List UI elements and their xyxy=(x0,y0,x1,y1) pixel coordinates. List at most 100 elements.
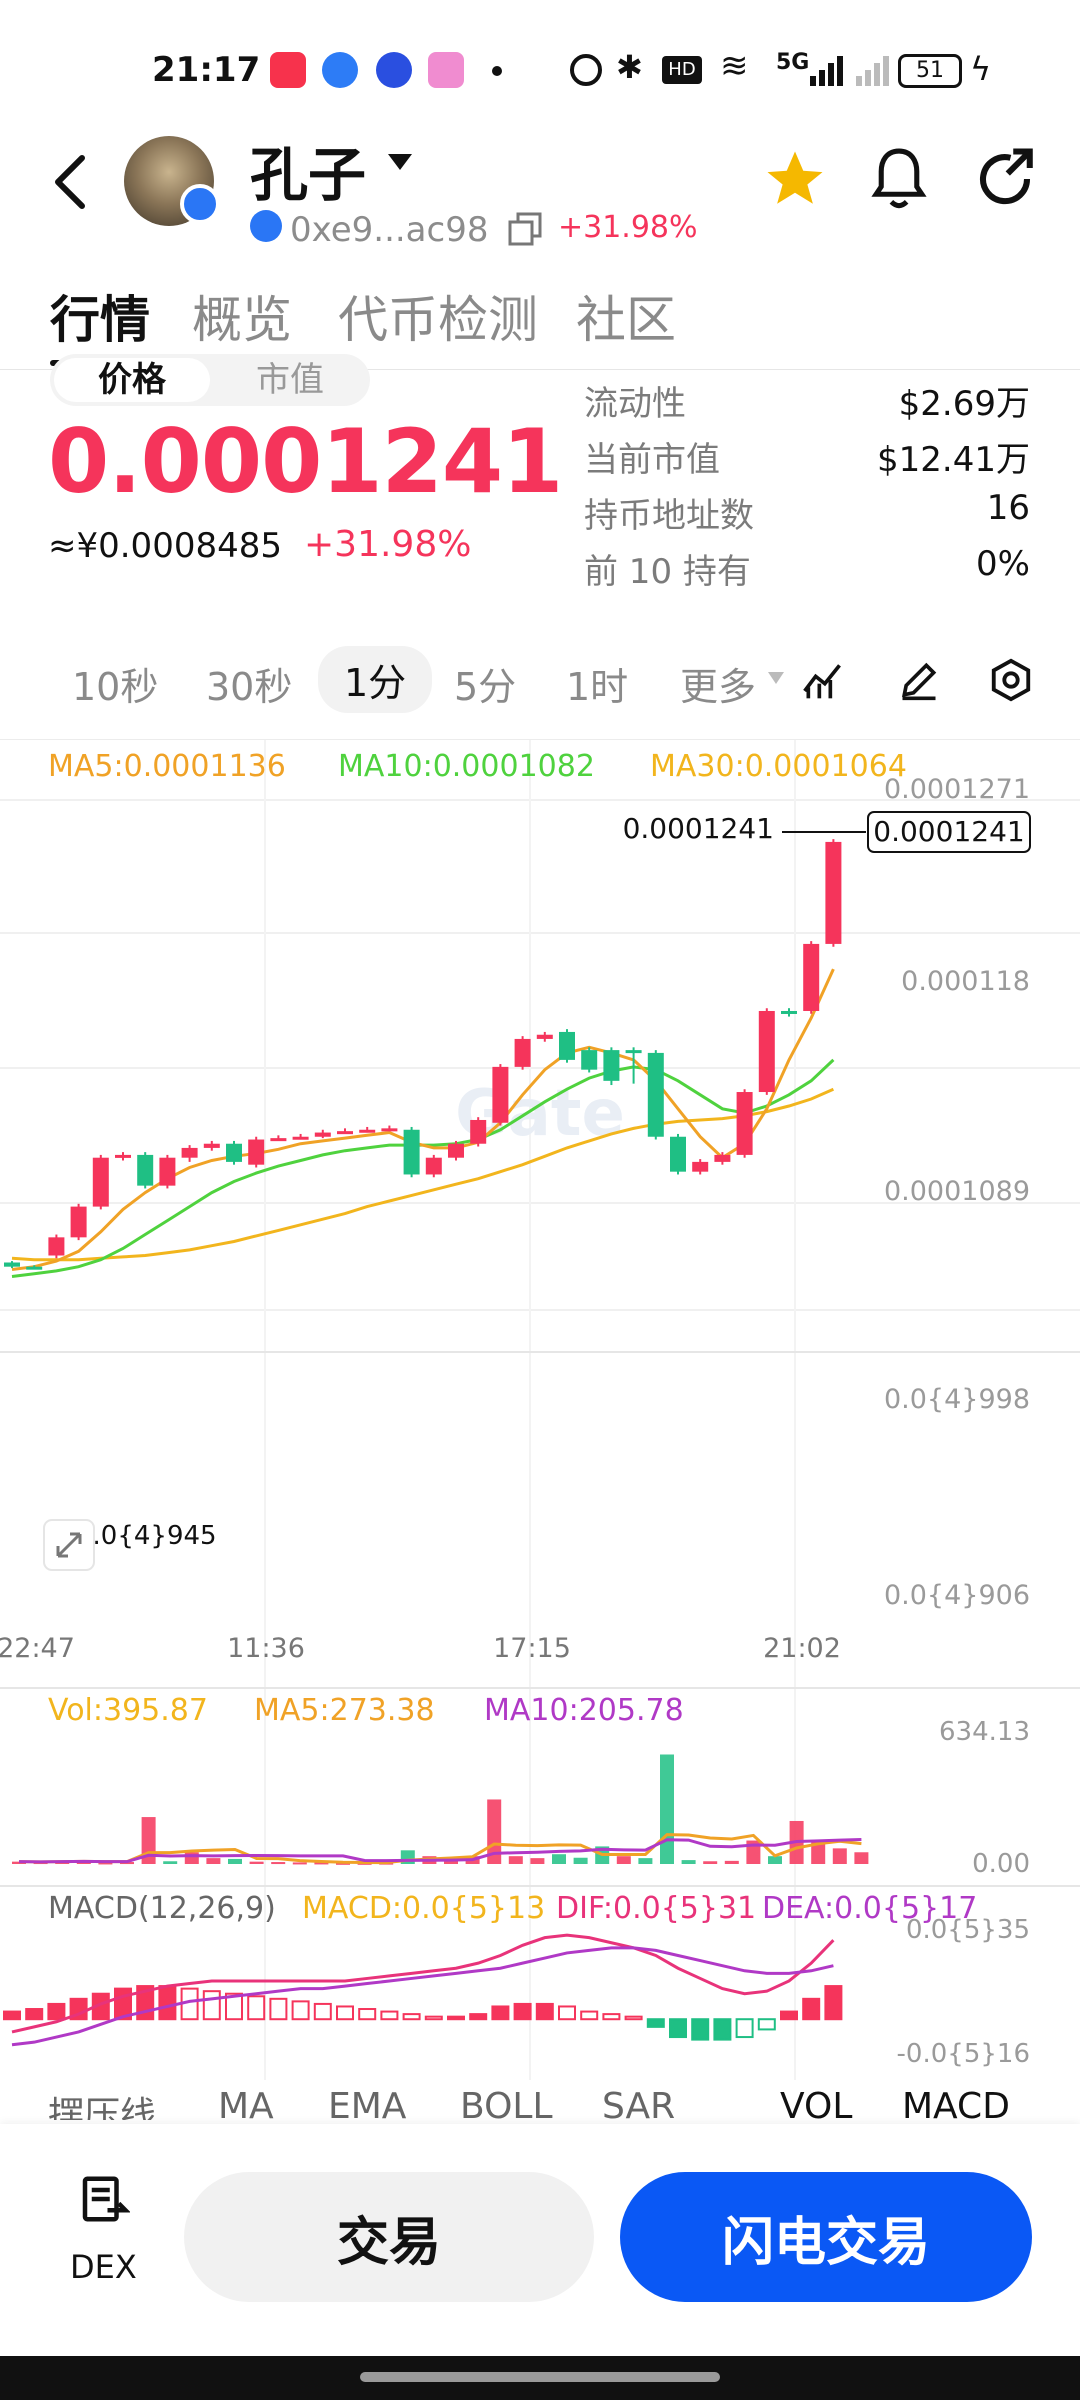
macd-histogram-bar xyxy=(402,2013,421,2021)
indicator-tab-macd[interactable]: MACD xyxy=(902,2086,1010,2120)
settings-hexagon-icon[interactable] xyxy=(988,656,1034,704)
legend-ma30: MA30:0.0001064 xyxy=(650,749,907,784)
tab-overview[interactable]: 概览 xyxy=(192,280,292,352)
interval-1m[interactable]: 1分 xyxy=(318,646,433,713)
macd-histogram-bar xyxy=(535,2002,554,2021)
legend-macd: MACD:0.0{5}13 xyxy=(302,1891,545,1926)
indicator-tab-ema[interactable]: EMA xyxy=(328,2086,406,2120)
candle-body xyxy=(381,1128,398,1132)
volume-bar xyxy=(638,1858,653,1864)
volume-bar xyxy=(552,1854,566,1864)
indicator-tab-vol[interactable]: VOL xyxy=(780,2086,852,2120)
volume-bar xyxy=(681,1860,696,1864)
kline-chart[interactable]: Gate 0.0001271 0.000118 0.0001089 0.0{4}998… xyxy=(0,740,1080,2110)
min-price-label: 0.0{4}945 xyxy=(76,1521,217,1551)
camera-app-icon xyxy=(428,52,464,88)
indicator-tab-trendline[interactable]: 摆压线 xyxy=(48,2086,156,2120)
interval-10s[interactable]: 10秒 xyxy=(72,656,158,711)
candle-body xyxy=(4,1262,20,1267)
legend-ma5: MA5:0.0001136 xyxy=(48,749,286,784)
candle-body xyxy=(825,841,842,944)
toggle-price[interactable]: 价格 xyxy=(54,358,210,402)
macd-histogram-bar xyxy=(602,2013,621,2021)
macd-histogram-bar xyxy=(3,2010,21,2021)
volume-bar xyxy=(206,1858,221,1864)
interval-5m[interactable]: 5分 xyxy=(454,656,516,711)
bottom-action-bar: DEX 交易 闪电交易 xyxy=(0,2124,1080,2364)
candle-body xyxy=(92,1157,109,1207)
bell-icon[interactable] xyxy=(868,146,930,212)
candle-body xyxy=(758,1010,775,1093)
interval-more[interactable]: 更多 xyxy=(680,656,756,711)
macd-histogram-bar xyxy=(691,2018,710,2041)
flash-trade-button[interactable]: 闪电交易 xyxy=(620,2172,1032,2302)
tab-community[interactable]: 社区 xyxy=(576,280,676,352)
x-axis-label: 21:02 xyxy=(763,1633,841,1664)
candle-body xyxy=(581,1050,598,1070)
candle-body xyxy=(159,1157,176,1186)
volume-bar xyxy=(271,1862,286,1865)
chart-svg[interactable]: Gate 0.00012710.0001180.00010890.0{4}998… xyxy=(0,740,1080,2080)
trade-button[interactable]: 交易 xyxy=(184,2172,594,2302)
time-axis: 22:47 11:36 17:15 21:02 xyxy=(0,1633,841,1664)
more-caret-icon xyxy=(768,672,784,684)
candle-body xyxy=(226,1143,242,1162)
legend-macd-name: MACD(12,26,9) xyxy=(48,1891,276,1926)
baidu-app-icon xyxy=(376,52,412,88)
tab-token-check[interactable]: 代币检测 xyxy=(338,280,538,352)
interval-1h[interactable]: 1时 xyxy=(566,656,628,711)
price-axis: 0.00012710.0001180.00010890.0{4}9980.0{4… xyxy=(884,774,1030,1611)
macd-histogram-bar xyxy=(25,2008,44,2021)
indicator-tab-sar[interactable]: SAR xyxy=(602,2086,675,2120)
macd-dea-line xyxy=(11,1946,834,2047)
token-header: 孔子 0xe9...ac98 +31.98% xyxy=(0,120,1080,260)
token-name[interactable]: 孔子 xyxy=(250,128,366,212)
macd-histogram-bar xyxy=(47,2002,66,2021)
draw-pencil-icon[interactable] xyxy=(896,658,942,702)
home-indicator-bar xyxy=(0,2356,1080,2400)
current-price: 0.0001241 xyxy=(48,410,563,513)
stat-value-top10: 0% xyxy=(976,544,1030,584)
wifi-icon: ≋ xyxy=(720,46,749,86)
hd-icon: HD xyxy=(662,56,702,84)
last-price-label: 0.0001241 xyxy=(623,812,774,845)
share-icon[interactable] xyxy=(972,146,1038,212)
caret-down-icon[interactable] xyxy=(386,152,414,172)
candle-body xyxy=(448,1143,464,1158)
candle-body xyxy=(314,1132,331,1137)
favorite-star-icon[interactable] xyxy=(762,146,828,212)
candle-body xyxy=(115,1154,131,1158)
macd-histogram-bar xyxy=(491,2005,510,2021)
candle-body xyxy=(625,1050,642,1054)
price-section: 价格 市值 0.0001241 ≈¥0.0008485 +31.98% 流动性 … xyxy=(0,354,1080,600)
indicator-tab-ma[interactable]: MA xyxy=(218,2086,274,2120)
tab-market[interactable]: 行情 xyxy=(50,280,150,352)
candle-body xyxy=(70,1206,87,1238)
price-change: +31.98% xyxy=(304,524,472,565)
interval-30s[interactable]: 30秒 xyxy=(206,656,292,711)
indicator-tab-boll[interactable]: BOLL xyxy=(460,2086,553,2120)
candle-body xyxy=(559,1031,575,1060)
y-axis-label: 0.0{4}998 xyxy=(884,1384,1030,1415)
header-change: +31.98% xyxy=(558,210,698,245)
copy-icon[interactable] xyxy=(508,212,542,246)
macd-histogram-bar xyxy=(646,2018,665,2028)
candle-body xyxy=(425,1157,442,1175)
x-axis-label: 11:36 xyxy=(227,1633,305,1664)
volume-bar xyxy=(184,1852,199,1864)
home-indicator[interactable] xyxy=(360,2372,720,2382)
volume-bar xyxy=(616,1856,631,1864)
candle-body xyxy=(359,1129,376,1133)
charging-icon: ϟ xyxy=(970,50,992,88)
x-axis-label: 17:15 xyxy=(493,1633,571,1664)
candle-body xyxy=(803,943,820,1011)
volume-bar xyxy=(660,1754,674,1864)
back-button[interactable] xyxy=(48,152,92,212)
candle-body xyxy=(270,1138,287,1142)
dex-button[interactable]: DEX xyxy=(50,2172,160,2302)
price-marketcap-toggle[interactable]: 价格 市值 xyxy=(50,354,370,406)
stat-label-market-cap: 当前市值 xyxy=(584,440,720,480)
signal-icon xyxy=(810,56,844,86)
toggle-market-cap[interactable]: 市值 xyxy=(214,358,366,402)
indicator-icon[interactable] xyxy=(800,658,846,702)
